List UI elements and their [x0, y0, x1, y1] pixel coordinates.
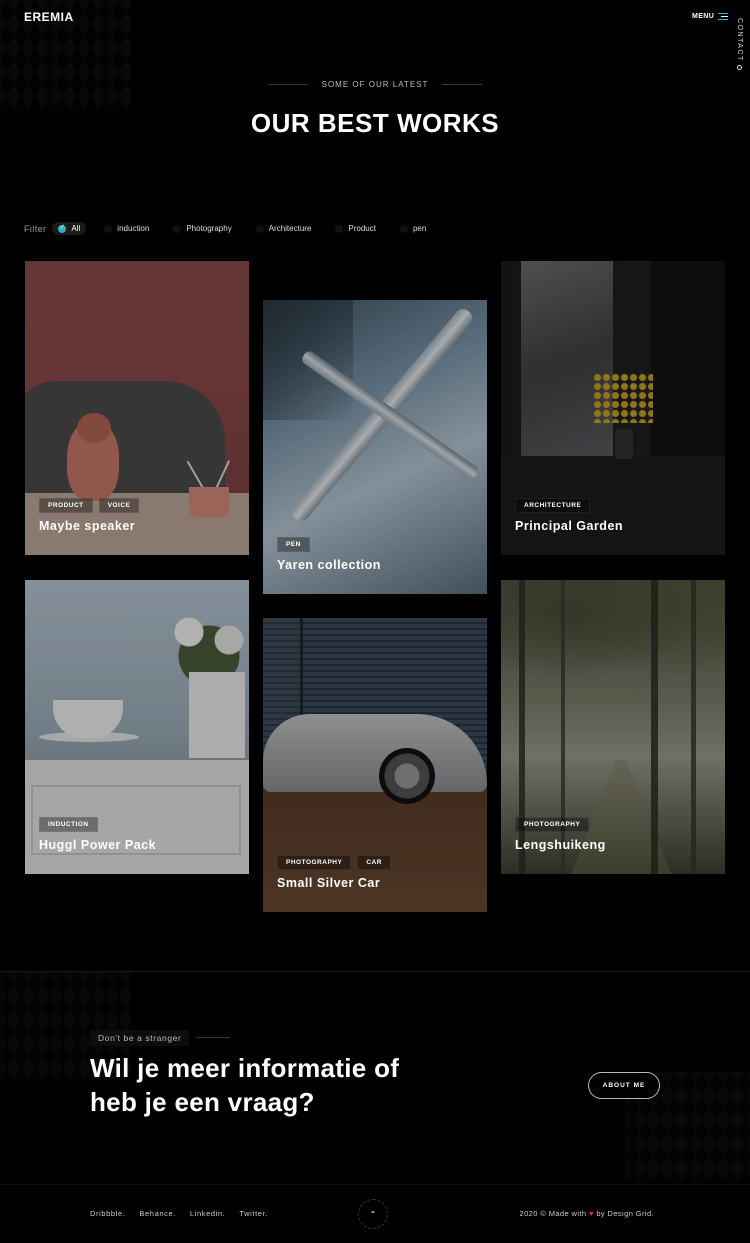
filter-product[interactable]: Product — [329, 222, 382, 235]
chevron-up-icon: ⌃ — [369, 1209, 377, 1219]
circle-icon — [736, 65, 742, 71]
radio-icon — [255, 224, 264, 233]
tag[interactable]: PRODUCT — [39, 498, 93, 513]
radio-icon — [104, 224, 113, 233]
tag[interactable]: CAR — [357, 855, 391, 870]
filter-bar: Filter All induction Photography Archite… — [24, 222, 444, 235]
tag[interactable]: PHOTOGRAPHY — [277, 855, 352, 870]
footer-link-linkedin[interactable]: Linkedin. — [190, 1209, 225, 1218]
work-card-lengshuikeng[interactable]: PHOTOGRAPHY Lengshuikeng — [501, 580, 725, 874]
card-tags: PRODUCT VOICE — [39, 498, 140, 513]
contact-link[interactable]: CONTACT — [736, 18, 743, 74]
section-title: OUR BEST WORKS — [250, 108, 500, 138]
menu-label: MENU — [692, 13, 715, 20]
card-title[interactable]: Lengshuikeng — [515, 838, 606, 852]
card-title[interactable]: Huggl Power Pack — [39, 838, 156, 852]
heart-icon: ♥ — [588, 1209, 594, 1218]
tag[interactable]: ARCHITECTURE — [515, 498, 591, 513]
work-card-yaren-collection[interactable]: PEN Yaren collection — [263, 300, 487, 594]
work-card-small-silver-car[interactable]: PHOTOGRAPHY CAR Small Silver Car — [263, 618, 487, 912]
tag[interactable]: VOICE — [98, 498, 140, 513]
footer-link-dribbble[interactable]: Dribbble. — [90, 1209, 125, 1218]
menu-button[interactable]: MENU — [692, 13, 729, 20]
copyright: 2020 © Made with ♥ by Design Grid. — [519, 1209, 654, 1218]
filter-pen[interactable]: pen — [394, 222, 432, 235]
footer-link-behance[interactable]: Behance. — [139, 1209, 176, 1218]
social-links: Dribbble. Behance. Linkedin. Twitter. — [90, 1209, 268, 1218]
footer-link-twitter[interactable]: Twitter. — [239, 1209, 268, 1218]
card-tags: PHOTOGRAPHY — [515, 817, 590, 832]
scroll-top-button[interactable]: ⌃ — [358, 1199, 388, 1229]
hamburger-icon — [718, 13, 729, 20]
card-title[interactable]: Maybe speaker — [39, 519, 135, 533]
cta-subtitle: Don't be a stranger — [90, 1030, 190, 1046]
contact-label: CONTACT — [736, 18, 743, 62]
card-tags: PHOTOGRAPHY CAR — [277, 855, 391, 870]
tag[interactable]: INDUCTION — [39, 817, 98, 832]
filter-induction[interactable]: induction — [98, 222, 155, 235]
radio-icon — [399, 224, 408, 233]
cta-subtitle-line — [196, 1037, 230, 1038]
tag[interactable]: PEN — [277, 537, 310, 552]
about-me-button[interactable]: ABOUT ME — [588, 1072, 660, 1099]
card-title[interactable]: Principal Garden — [515, 519, 623, 533]
radio-icon — [335, 224, 344, 233]
card-tags: ARCHITECTURE — [515, 498, 591, 513]
site-logo[interactable]: EREMIA — [24, 10, 74, 24]
footer-divider — [0, 1184, 750, 1185]
card-title[interactable]: Yaren collection — [277, 558, 381, 572]
cta-title: Wil je meer informatie of heb je een vra… — [90, 1053, 400, 1117]
filter-photography[interactable]: Photography — [167, 222, 237, 235]
card-tags: PEN — [277, 537, 310, 552]
card-tags: INDUCTION — [39, 817, 98, 832]
filter-all[interactable]: All — [52, 222, 87, 235]
tag[interactable]: PHOTOGRAPHY — [515, 817, 590, 832]
work-card-principal-garden[interactable]: ARCHITECTURE Principal Garden — [501, 261, 725, 555]
card-title[interactable]: Small Silver Car — [277, 876, 380, 890]
check-icon — [58, 223, 67, 233]
work-card-huggl-power-pack[interactable]: INDUCTION Huggl Power Pack — [25, 580, 249, 874]
filter-architecture[interactable]: Architecture — [250, 222, 318, 235]
section-subtitle: SOME OF OUR LATEST — [0, 80, 750, 89]
filter-label: Filter — [24, 223, 47, 234]
section-divider — [0, 971, 750, 972]
radio-icon — [173, 224, 182, 233]
work-card-maybe-speaker[interactable]: PRODUCT VOICE Maybe speaker — [25, 261, 249, 555]
